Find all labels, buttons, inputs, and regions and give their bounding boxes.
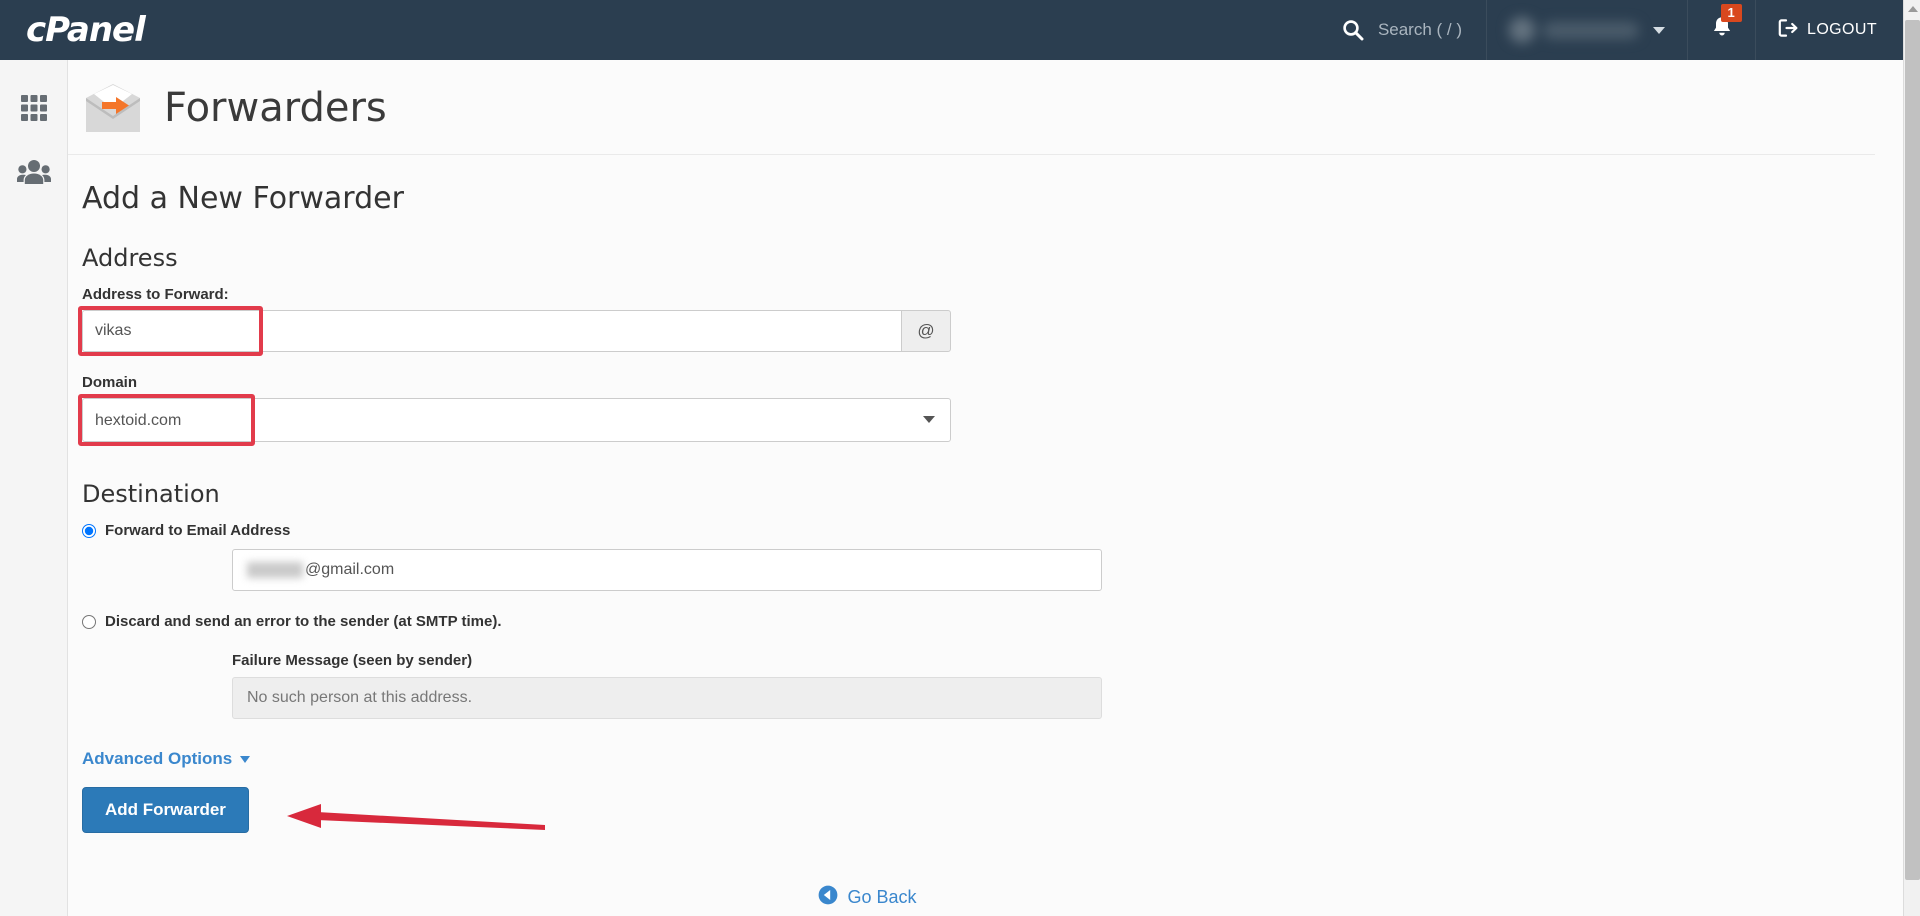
avatar <box>1509 17 1536 43</box>
header-right-controls: Search ( / ) 1 LOGOUT <box>1318 0 1903 60</box>
logout-button[interactable]: LOGOUT <box>1755 0 1903 60</box>
main-content: Forwarders Add a New Forwarder Address A… <box>68 60 1903 916</box>
search-placeholder-text: Search ( / ) <box>1377 20 1463 39</box>
address-to-forward-input[interactable] <box>82 310 901 352</box>
search-button[interactable]: Search ( / ) <box>1318 0 1486 60</box>
forward-email-radio[interactable] <box>82 523 96 538</box>
notifications-button[interactable]: 1 <box>1687 0 1755 60</box>
chevron-down-icon <box>240 755 251 763</box>
submit-button-row: Add Forwarder <box>82 787 1903 833</box>
users-icon <box>17 158 51 186</box>
discard-radio[interactable] <box>82 614 96 629</box>
grid-icon <box>19 93 49 123</box>
cpanel-logo[interactable]: cPanel <box>26 10 146 50</box>
logout-icon <box>1778 18 1798 43</box>
scrollbar-thumb[interactable] <box>1905 20 1920 880</box>
form-heading: Add a New Forwarder <box>82 181 404 216</box>
left-sidebar <box>0 60 68 916</box>
search-icon <box>1342 19 1364 41</box>
notification-count-badge: 1 <box>1720 3 1742 22</box>
failure-message-input[interactable]: No such person at this address. <box>232 677 1102 719</box>
bell-icon: 1 <box>1710 3 1742 46</box>
go-back-label: Go Back <box>847 887 917 907</box>
forward-email-radio-label: Forward to Email Address <box>105 522 291 539</box>
chevron-down-icon <box>1653 26 1666 34</box>
user-identity-blurred <box>1509 17 1640 43</box>
email-domain-suffix: @gmail.com <box>305 561 395 578</box>
sidebar-item-user-manager[interactable] <box>0 140 68 204</box>
advanced-options-toggle[interactable]: Advanced Options <box>82 749 251 769</box>
destination-email-field-wrap: @gmail.com <box>232 549 1102 591</box>
address-to-forward-label: Address to Forward: <box>82 286 229 303</box>
page-title: Forwarders <box>164 85 387 131</box>
address-section-heading: Address <box>82 244 178 272</box>
destination-email-input[interactable]: @gmail.com <box>232 549 1102 591</box>
domain-select-wrap: hextoid.com <box>78 394 951 446</box>
scroll-up-button[interactable] <box>1904 0 1920 17</box>
form-container: Add a New Forwarder Address Address to F… <box>68 155 1903 910</box>
username-redacted <box>1543 21 1640 39</box>
arrow-left-circle-icon <box>818 885 838 910</box>
domain-label: Domain <box>82 374 138 391</box>
go-back-link[interactable]: Go Back <box>818 885 917 910</box>
forward-email-radio-row[interactable]: Forward to Email Address <box>82 522 1903 539</box>
envelope-forward-icon <box>82 82 144 134</box>
chevron-up-icon <box>1907 5 1918 12</box>
go-back-row: Go Back <box>82 885 1903 910</box>
domain-select[interactable]: hextoid.com <box>82 398 951 442</box>
address-input-group: @ <box>78 306 951 356</box>
add-forwarder-button[interactable]: Add Forwarder <box>82 787 249 833</box>
sidebar-item-apps-grid[interactable] <box>0 76 68 140</box>
failure-message-label: Failure Message (seen by sender) <box>232 652 473 669</box>
logout-label: LOGOUT <box>1807 21 1877 38</box>
at-symbol-addon: @ <box>901 310 951 352</box>
page-header: Forwarders <box>68 60 1875 155</box>
discard-radio-label: Discard and send an error to the sender … <box>105 613 502 630</box>
destination-section-heading: Destination <box>82 480 220 508</box>
top-header-bar: cPanel Search ( / ) 1 LOGOUT <box>0 0 1903 60</box>
email-local-part-redacted <box>247 562 303 578</box>
discard-radio-row[interactable]: Discard and send an error to the sender … <box>82 613 1903 630</box>
advanced-options-label: Advanced Options <box>82 749 233 768</box>
user-account-menu[interactable] <box>1486 0 1687 60</box>
page-scrollbar[interactable] <box>1903 0 1920 916</box>
annotation-arrow <box>287 797 547 842</box>
